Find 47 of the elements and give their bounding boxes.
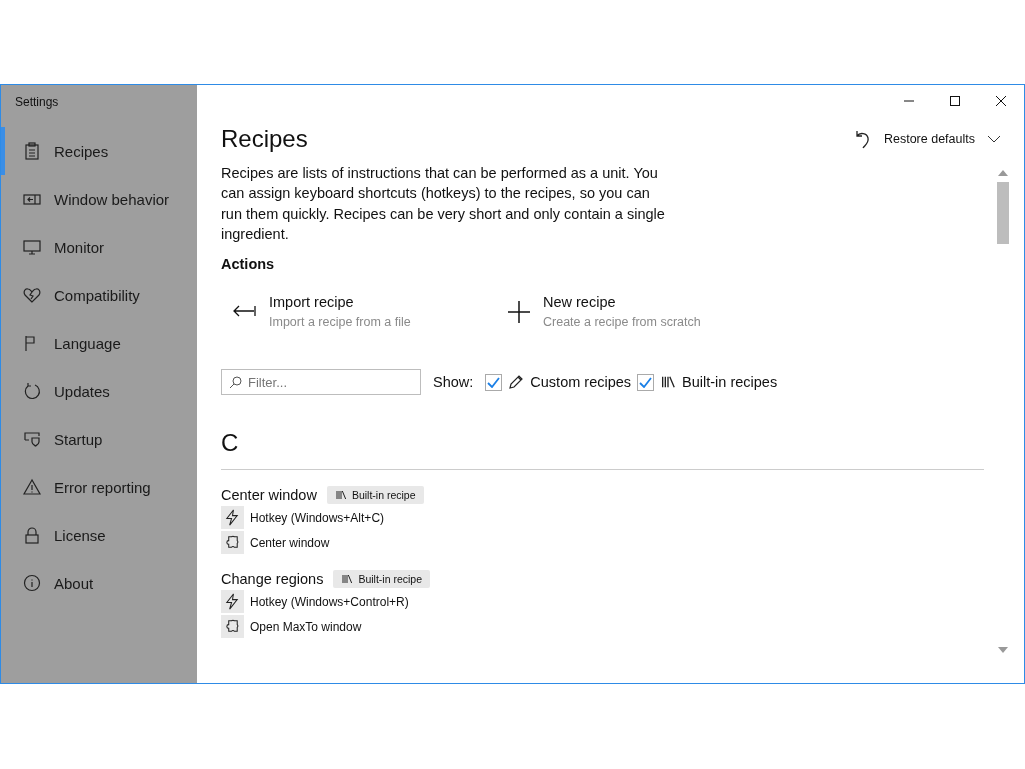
window-shield-icon bbox=[23, 430, 41, 448]
builtin-badge: Built-in recipe bbox=[326, 486, 424, 505]
filter-checkbox[interactable]: Custom recipes bbox=[485, 373, 632, 391]
sidebar-item[interactable]: License bbox=[1, 511, 197, 559]
warning-icon bbox=[23, 478, 41, 496]
step-text: Open MaxTo window bbox=[250, 619, 362, 634]
sidebar-item[interactable]: Window behavior bbox=[1, 175, 197, 223]
sidebar-item[interactable]: Updates bbox=[1, 367, 197, 415]
scroll-up-arrow-icon[interactable] bbox=[997, 169, 1009, 177]
pencil-icon bbox=[508, 374, 525, 391]
filter-checkbox[interactable]: Built-in recipes bbox=[637, 373, 778, 391]
recipe-name[interactable]: Change regions bbox=[221, 571, 324, 588]
app-title: Settings bbox=[14, 94, 60, 111]
recipe-name[interactable]: Center window bbox=[221, 487, 317, 504]
sidebar-item[interactable]: About bbox=[1, 559, 197, 607]
sidebar-item[interactable]: Startup bbox=[1, 415, 197, 463]
close-icon bbox=[995, 95, 1007, 107]
checkbox[interactable] bbox=[485, 373, 503, 391]
page-title: Recipes bbox=[221, 125, 308, 153]
clipboard-icon bbox=[23, 142, 41, 160]
step-text: Center window bbox=[250, 535, 330, 550]
lock-icon bbox=[23, 526, 41, 544]
maximize-icon bbox=[949, 95, 961, 107]
plus-icon bbox=[505, 299, 533, 324]
group-letter: C bbox=[221, 429, 240, 458]
sidebar-item[interactable]: Error reporting bbox=[1, 463, 197, 511]
sidebar-item[interactable]: Monitor bbox=[1, 223, 197, 271]
step-text: Hotkey (Windows+Control+R) bbox=[250, 594, 409, 609]
checkbox[interactable] bbox=[637, 373, 655, 391]
restore-defaults-button[interactable]: Restore defaults bbox=[853, 129, 1001, 149]
undo-icon bbox=[853, 129, 872, 149]
refresh-icon bbox=[23, 382, 41, 400]
sidebar-item[interactable]: Compatibility bbox=[1, 271, 197, 319]
filter-field[interactable]: Filter... bbox=[221, 369, 421, 396]
scroll-down-arrow-icon[interactable] bbox=[997, 646, 1009, 654]
description-text: Recipes are lists of instructions that can be performed as a unit. You can assign keyboard shortcuts (hotkeys) to the recipes, so you can run them quickly. Recipes can be very short and only contain a single ingredient. bbox=[221, 164, 665, 244]
step-text: Hotkey (Windows+Alt+C) bbox=[250, 510, 385, 525]
monitor-icon bbox=[23, 238, 41, 256]
builtin-badge: Built-in recipe bbox=[333, 570, 430, 589]
section-heading: Actions bbox=[221, 256, 276, 273]
sidebar-item[interactable]: Language bbox=[1, 319, 197, 367]
show-label: Show: bbox=[433, 374, 474, 391]
scrollbar-thumb[interactable] bbox=[997, 182, 1009, 244]
info-icon bbox=[23, 574, 41, 592]
action-button[interactable]: Import recipe Import a recipe from a file bbox=[221, 294, 495, 330]
action-button[interactable]: New recipe Create a recipe from scratch bbox=[495, 294, 769, 330]
broken-heart-icon bbox=[23, 286, 41, 304]
